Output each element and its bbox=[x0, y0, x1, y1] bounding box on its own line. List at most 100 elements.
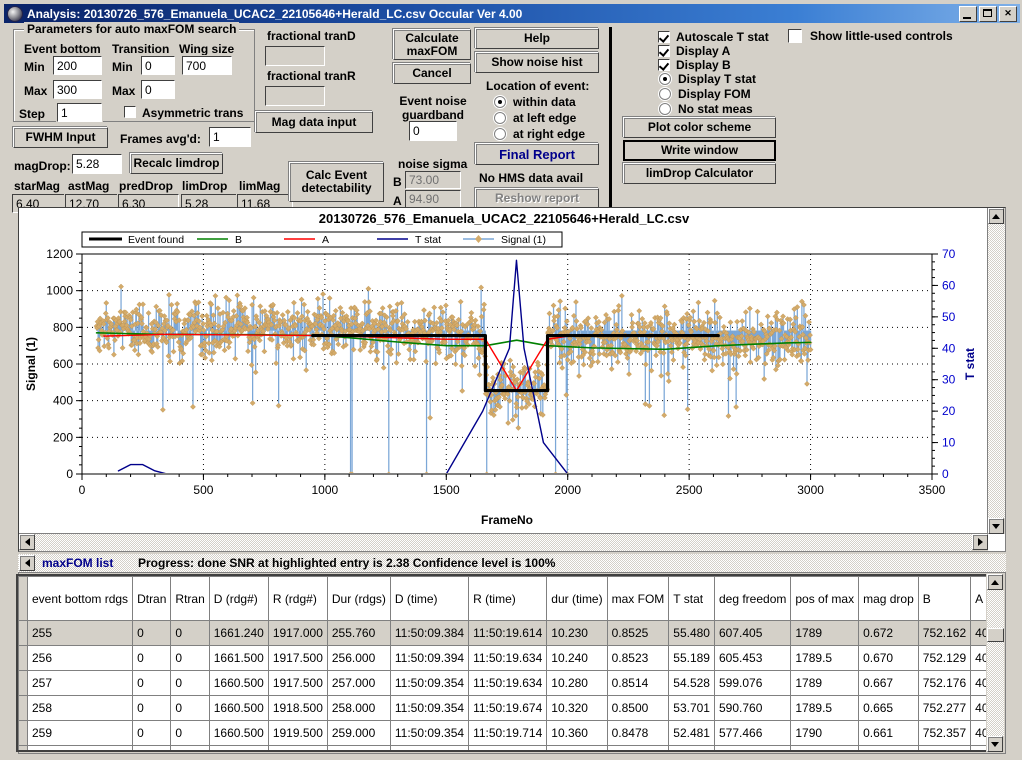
table-cell[interactable]: 0 bbox=[170, 620, 210, 646]
table-cell[interactable]: 752.176 bbox=[917, 670, 972, 696]
checkbox-autoscale-tstat[interactable] bbox=[658, 31, 670, 43]
table-cell[interactable]: 410.638 bbox=[970, 745, 986, 750]
calculate-maxfom-button[interactable]: Calculate maxFOM bbox=[393, 29, 471, 60]
table-cell[interactable]: 1660.500 bbox=[208, 670, 269, 696]
table-cell[interactable]: 406.735 bbox=[970, 670, 986, 696]
plot-scroll-right-button[interactable] bbox=[972, 534, 988, 550]
table-cell[interactable]: 752.357 bbox=[917, 720, 972, 746]
table-cell[interactable]: 0 bbox=[170, 645, 210, 671]
table-cell[interactable]: 0 bbox=[132, 670, 172, 696]
table-cell[interactable]: 258.000 bbox=[326, 695, 391, 721]
row-selector-cell[interactable] bbox=[18, 745, 28, 750]
table-cell[interactable]: 11:50:09.314 bbox=[389, 745, 470, 750]
plot-canvas[interactable]: 20130726_576_Emanuela_UCAC2_22105646+Her… bbox=[19, 208, 989, 536]
recalc-limdrop-button[interactable]: Recalc limdrop bbox=[130, 153, 223, 174]
table-cell[interactable]: 0.667 bbox=[858, 670, 919, 696]
table-cell[interactable]: 752.277 bbox=[917, 695, 972, 721]
table-cell[interactable]: 0 bbox=[132, 645, 172, 671]
table-cell[interactable]: 405.730 bbox=[970, 645, 986, 671]
table-cell[interactable]: 1918.500 bbox=[267, 695, 328, 721]
table-cell[interactable]: 11:50:19.714 bbox=[468, 745, 548, 750]
table-row[interactable]: 257 0 0 1660.500 1917.500 257.000 11:50:09.354… bbox=[18, 670, 986, 696]
table-cell[interactable]: 258 bbox=[26, 695, 134, 721]
table-cell[interactable]: 0.8456 bbox=[606, 745, 670, 750]
table-cell[interactable]: 11:50:19.634 bbox=[468, 670, 548, 696]
frames-avgd-input[interactable]: 1 bbox=[209, 127, 251, 147]
maximize-button[interactable] bbox=[979, 5, 997, 22]
table-cell[interactable]: 0.8523 bbox=[606, 645, 670, 671]
plot-horizontal-scrollbar[interactable] bbox=[19, 533, 988, 551]
table-cell[interactable]: 409.239 bbox=[970, 720, 986, 746]
table-col-d-time[interactable]: D (time) bbox=[389, 576, 470, 621]
event-bottom-max-input[interactable]: 300 bbox=[53, 80, 102, 99]
plot-scroll-left-button[interactable] bbox=[19, 534, 35, 550]
table-cell[interactable]: 53.701 bbox=[668, 695, 715, 721]
table-cell[interactable]: 590.760 bbox=[713, 695, 792, 721]
table-cell[interactable]: 10.320 bbox=[546, 695, 608, 721]
table-vscroll-track[interactable] bbox=[987, 590, 1004, 736]
table-row[interactable]: 256 0 0 1661.500 1917.500 256.000 11:50:09.394… bbox=[18, 645, 986, 671]
table-cell[interactable]: 1917.000 bbox=[267, 620, 328, 646]
help-button[interactable]: Help bbox=[475, 28, 599, 49]
close-icon[interactable]: ✕ bbox=[999, 5, 1017, 22]
table-cell[interactable]: 1790 bbox=[790, 720, 860, 746]
table-cell[interactable]: 0.661 bbox=[858, 720, 919, 746]
cancel-button[interactable]: Cancel bbox=[393, 63, 471, 84]
step-input[interactable]: 1 bbox=[57, 103, 102, 122]
table-cell[interactable]: 259 bbox=[26, 720, 134, 746]
table-cell[interactable]: 0.665 bbox=[858, 695, 919, 721]
plot-vscroll-track[interactable] bbox=[988, 224, 1005, 518]
table-cell[interactable]: 11:50:09.354 bbox=[389, 670, 470, 696]
transition-max-input[interactable]: 0 bbox=[141, 80, 175, 99]
table-cell[interactable]: 1789.5 bbox=[790, 645, 860, 671]
table-cell[interactable]: 0.672 bbox=[858, 620, 919, 646]
table-cell[interactable]: 257 bbox=[26, 670, 134, 696]
table-cell[interactable]: 11:50:19.714 bbox=[468, 720, 548, 746]
mag-data-input-button[interactable]: Mag data input bbox=[255, 111, 373, 133]
table-cell[interactable]: 752.129 bbox=[917, 645, 972, 671]
row-selector-cell[interactable] bbox=[18, 620, 28, 646]
table-cell[interactable]: 1919.500 bbox=[267, 745, 328, 750]
table-cell[interactable]: 404.988 bbox=[970, 620, 986, 646]
table-cell[interactable]: 51.292 bbox=[668, 745, 715, 750]
table-cell[interactable]: 752.162 bbox=[917, 620, 972, 646]
table-vscroll-thumb[interactable] bbox=[987, 628, 1004, 642]
row-selector-cell[interactable] bbox=[18, 695, 28, 721]
row-selector-cell[interactable] bbox=[18, 645, 28, 671]
table-cell[interactable]: 752.413 bbox=[917, 745, 972, 750]
plot-hscroll-track[interactable] bbox=[35, 534, 972, 551]
table-cell[interactable]: 0.8525 bbox=[606, 620, 670, 646]
table-cell[interactable]: 1789.5 bbox=[790, 745, 860, 750]
plot-scroll-up-button[interactable] bbox=[988, 208, 1004, 224]
table-cell[interactable]: 407.864 bbox=[970, 695, 986, 721]
table-cell[interactable]: 259.000 bbox=[326, 720, 391, 746]
table-row[interactable]: 255 0 0 1661.240 1917.000 255.760 11:50:09.384… bbox=[18, 620, 986, 646]
table-scroll-up-button[interactable] bbox=[987, 574, 1003, 590]
table-cell[interactable]: 0 bbox=[170, 745, 210, 750]
checkbox-show-little-used-controls[interactable] bbox=[788, 29, 802, 43]
event-noise-guardband-input[interactable]: 0 bbox=[409, 121, 457, 141]
maxfom-table[interactable]: event bottom rdgs Dtran Rtran D (rdg#) R (rd… bbox=[18, 576, 986, 750]
table-cell[interactable]: 0.8514 bbox=[606, 670, 670, 696]
table-cell[interactable]: 1919.500 bbox=[267, 720, 328, 746]
table-cell[interactable]: 1661.500 bbox=[208, 645, 269, 671]
table-cell[interactable]: 257.000 bbox=[326, 670, 391, 696]
table-col-pos-of-max[interactable]: pos of max bbox=[790, 576, 860, 621]
table-col-rowselector[interactable] bbox=[18, 576, 28, 621]
table-col-a[interactable]: A bbox=[970, 576, 986, 621]
table-cell[interactable]: 256 bbox=[26, 645, 134, 671]
table-col-rtran[interactable]: Rtran bbox=[170, 576, 210, 621]
table-cell[interactable]: 1661.240 bbox=[208, 620, 269, 646]
table-cell[interactable]: 0 bbox=[132, 745, 172, 750]
radio-at-right-edge[interactable] bbox=[494, 128, 506, 140]
write-window-button[interactable]: Write window bbox=[623, 140, 776, 161]
table-cell[interactable]: 54.528 bbox=[668, 670, 715, 696]
show-noise-hist-button[interactable]: Show noise hist bbox=[475, 52, 599, 73]
table-col-r-rdg[interactable]: R (rdg#) bbox=[267, 576, 328, 621]
table-cell[interactable]: 255 bbox=[26, 620, 134, 646]
table-col-max-fom[interactable]: max FOM bbox=[606, 576, 670, 621]
checkbox-display-b[interactable] bbox=[658, 59, 670, 71]
radio-display-tstat[interactable] bbox=[659, 73, 671, 85]
table-cell[interactable]: 11:50:19.674 bbox=[468, 695, 548, 721]
plot-color-scheme-button[interactable]: Plot color scheme bbox=[623, 117, 776, 138]
